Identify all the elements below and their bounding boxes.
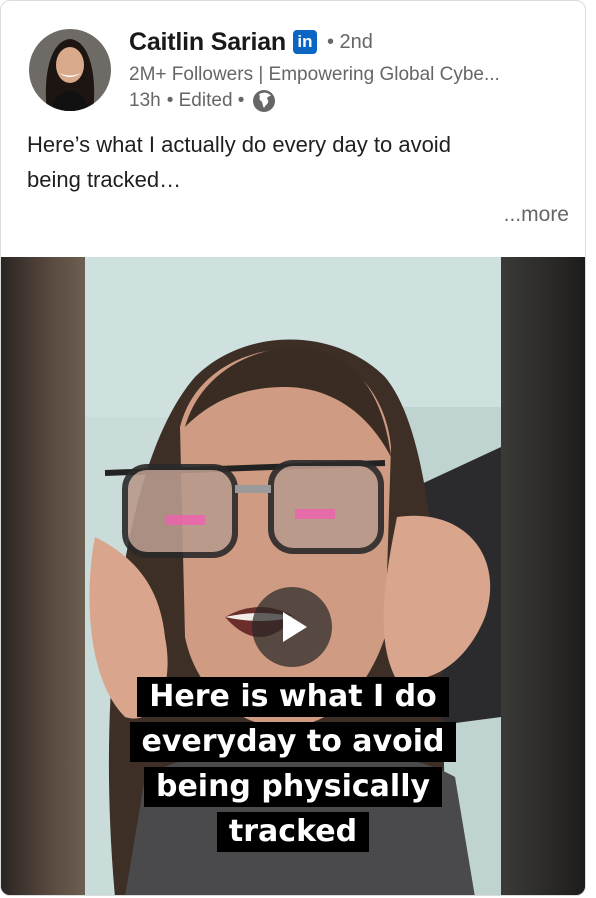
globe-icon (252, 89, 276, 113)
post-timestamp-row: 13h • Edited • (129, 87, 569, 115)
author-name-row: Caitlin Sarian in • 2nd (129, 25, 569, 59)
post-header: Caitlin Sarian in • 2nd 2M+ Followers | … (1, 1, 585, 121)
video-blur-right (501, 257, 585, 895)
author-avatar[interactable] (29, 29, 111, 111)
connection-degree: • 2nd (326, 30, 373, 53)
author-name[interactable]: Caitlin Sarian (129, 28, 286, 57)
see-more-link[interactable]: ...more (504, 203, 569, 227)
author-headline: 2M+ Followers | Empowering Global Cybe..… (129, 64, 500, 85)
caption-line-4: tracked (216, 812, 370, 852)
video-caption: Here is what I do everyday to avoid bein… (85, 677, 501, 857)
linkedin-icon: in (292, 30, 317, 54)
author-meta: Caitlin Sarian in • 2nd 2M+ Followers | … (129, 25, 569, 115)
post-time: 13h (129, 90, 161, 111)
video-blur-left (1, 257, 85, 895)
feed-post-card: Caitlin Sarian in • 2nd 2M+ Followers | … (0, 0, 586, 896)
post-body-text: Here’s what I actually do every day to a… (27, 127, 557, 197)
post-text-line-1: Here’s what I actually do every day to a… (27, 132, 451, 157)
play-button[interactable] (252, 587, 332, 667)
caption-line-1: Here is what I do (137, 677, 449, 717)
caption-line-2: everyday to avoid (129, 722, 457, 762)
post-text-line-2: being tracked… (27, 167, 182, 192)
video-player[interactable]: Here is what I do everyday to avoid bein… (1, 257, 585, 895)
caption-line-3: being physically (143, 767, 443, 807)
edited-label: • Edited • (166, 90, 245, 111)
play-icon (283, 612, 307, 642)
